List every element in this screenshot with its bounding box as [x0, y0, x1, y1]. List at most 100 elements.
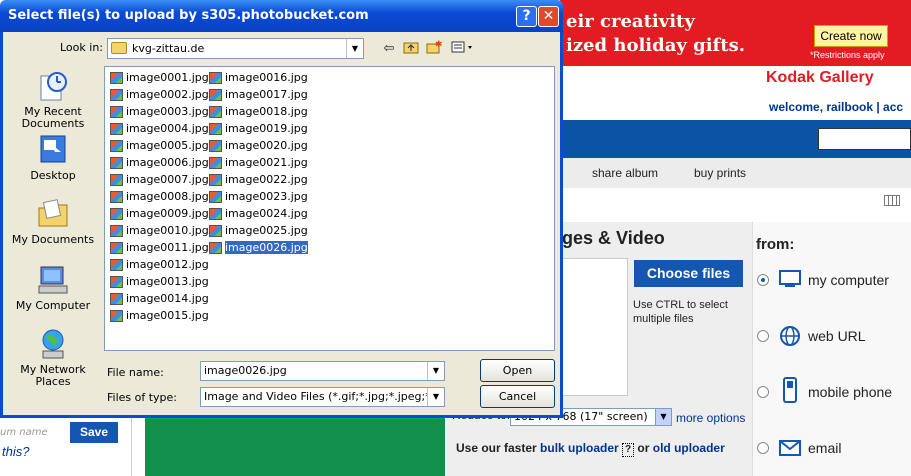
file-name: image0006.jpg [126, 156, 209, 169]
file-item[interactable]: image0007.jpg [109, 172, 209, 188]
grid-view-icon[interactable] [884, 195, 900, 206]
source-label-phone[interactable]: mobile phone [808, 384, 892, 400]
file-name-value: image0026.jpg [204, 364, 287, 377]
place-my-computer[interactable]: My Computer [8, 264, 98, 312]
file-name: image0013.jpg [126, 275, 209, 288]
views-menu-icon[interactable] [450, 40, 476, 57]
jpg-file-icon [110, 225, 123, 237]
source-radio-phone[interactable] [757, 386, 769, 398]
place-my-documents[interactable]: My Documents [8, 198, 98, 246]
folder-icon [111, 42, 127, 54]
file-item[interactable]: image0025.jpg [208, 223, 308, 239]
file-item[interactable]: image0026.jpg [208, 240, 308, 256]
place-network-places[interactable]: My Network Places [8, 328, 98, 388]
chevron-down-icon[interactable]: ▼ [346, 39, 363, 58]
close-button[interactable]: ✕ [538, 6, 559, 27]
header-search-input[interactable] [818, 128, 911, 150]
file-name: image0014.jpg [126, 292, 209, 305]
file-item[interactable]: image0012.jpg [109, 257, 209, 273]
file-item[interactable]: image0023.jpg [208, 189, 308, 205]
file-item[interactable]: image0013.jpg [109, 274, 209, 290]
old-uploader-link[interactable]: old uploader [653, 441, 725, 455]
create-now-button[interactable]: Create now [814, 25, 888, 47]
look-in-combo[interactable]: kvg-zittau.de ▼ [107, 38, 364, 59]
files-of-type-select[interactable]: Image and Video Files (*.gif;*.jpg;*.jpe… [200, 387, 445, 407]
file-item[interactable]: image0016.jpg [208, 70, 308, 86]
jpg-file-icon [110, 174, 123, 186]
file-item[interactable]: image0009.jpg [109, 206, 209, 222]
or-text: or [637, 441, 650, 455]
more-options-link[interactable]: more options [676, 411, 745, 425]
file-name: image0024.jpg [225, 207, 308, 220]
back-arrow-icon[interactable]: ⇦ [380, 40, 398, 57]
file-item[interactable]: image0020.jpg [208, 138, 308, 154]
place-desktop[interactable]: Desktop [8, 134, 98, 182]
file-name: image0016.jpg [225, 71, 308, 84]
file-item[interactable]: image0019.jpg [208, 121, 308, 137]
file-item[interactable]: image0017.jpg [208, 87, 308, 103]
my-documents-icon [37, 198, 69, 230]
kodak-gallery-logo[interactable]: Kodak Gallery [766, 69, 874, 87]
file-item[interactable]: image0022.jpg [208, 172, 308, 188]
source-radio-computer[interactable] [757, 274, 769, 286]
dialog-titlebar[interactable]: Select file(s) to upload by s305.photobu… [0, 0, 563, 32]
file-item[interactable]: image0003.jpg [109, 104, 209, 120]
help-icon[interactable]: ? [622, 443, 635, 457]
bulk-uploader-link[interactable]: bulk uploader [540, 441, 619, 455]
file-name: image0022.jpg [225, 173, 308, 186]
envelope-icon [779, 440, 801, 456]
jpg-file-icon [209, 157, 222, 169]
file-item[interactable]: image0006.jpg [109, 155, 209, 171]
place-recent-documents[interactable]: My Recent Documents [8, 70, 98, 130]
file-list[interactable]: image0001.jpg image0002.jpg image0003.jpg i… [104, 66, 555, 351]
chevron-down-icon[interactable]: ▼ [427, 388, 444, 406]
cancel-button[interactable]: Cancel [480, 385, 555, 408]
open-button[interactable]: Open [480, 359, 555, 382]
file-name: image0011.jpg [126, 241, 209, 254]
upload-heading: ges & Video [562, 228, 665, 248]
place-label: My Computer [15, 299, 91, 312]
file-item[interactable]: image0014.jpg [109, 291, 209, 307]
save-button[interactable]: Save [70, 422, 118, 443]
up-folder-icon[interactable] [402, 40, 420, 57]
welcome-text: welcome, railbook | acc [769, 100, 904, 114]
file-item[interactable]: image0024.jpg [208, 206, 308, 222]
choose-files-button[interactable]: Choose files [634, 260, 743, 287]
place-label: My Network Places [20, 363, 86, 388]
whats-this-link[interactable]: this? [2, 444, 29, 459]
nav-buy-prints[interactable]: buy prints [694, 166, 746, 180]
help-button[interactable]: ? [516, 6, 537, 27]
file-item[interactable]: image0010.jpg [109, 223, 209, 239]
chevron-down-icon[interactable]: ▼ [427, 362, 444, 380]
file-item[interactable]: image0015.jpg [109, 308, 209, 324]
file-item[interactable]: image0018.jpg [208, 104, 308, 120]
dialog-title: Select file(s) to upload by s305.photobu… [8, 8, 369, 23]
file-item[interactable]: image0021.jpg [208, 155, 308, 171]
source-label-web[interactable]: web URL [808, 328, 866, 344]
source-radio-email[interactable] [757, 442, 769, 454]
new-folder-icon[interactable]: ✱ [425, 40, 443, 57]
file-item[interactable]: image0011.jpg [109, 240, 209, 256]
look-in-label: Look in: [60, 41, 103, 54]
file-item[interactable]: image0001.jpg [109, 70, 209, 86]
jpg-file-icon [110, 310, 123, 322]
banner-text: eir creativity ized holiday gifts. [566, 11, 745, 56]
jpg-file-icon [209, 242, 222, 254]
jpg-file-icon [209, 106, 222, 118]
file-item[interactable]: image0005.jpg [109, 138, 209, 154]
source-label-computer[interactable]: my computer [808, 272, 889, 288]
file-item[interactable]: image0002.jpg [109, 87, 209, 103]
file-name: image0003.jpg [126, 105, 209, 118]
file-name-input[interactable]: image0026.jpg ▼ [200, 361, 445, 381]
source-radio-web[interactable] [757, 330, 769, 342]
jpg-file-icon [110, 140, 123, 152]
album-name-input[interactable]: um name [0, 424, 64, 442]
file-name: image0017.jpg [225, 88, 308, 101]
nav-share-album[interactable]: share album [592, 166, 658, 180]
jpg-file-icon [110, 123, 123, 135]
file-item[interactable]: image0004.jpg [109, 121, 209, 137]
source-label-email[interactable]: email [808, 440, 841, 456]
file-name: image0002.jpg [126, 88, 209, 101]
chevron-down-icon: ▼ [655, 409, 671, 425]
file-item[interactable]: image0008.jpg [109, 189, 209, 205]
